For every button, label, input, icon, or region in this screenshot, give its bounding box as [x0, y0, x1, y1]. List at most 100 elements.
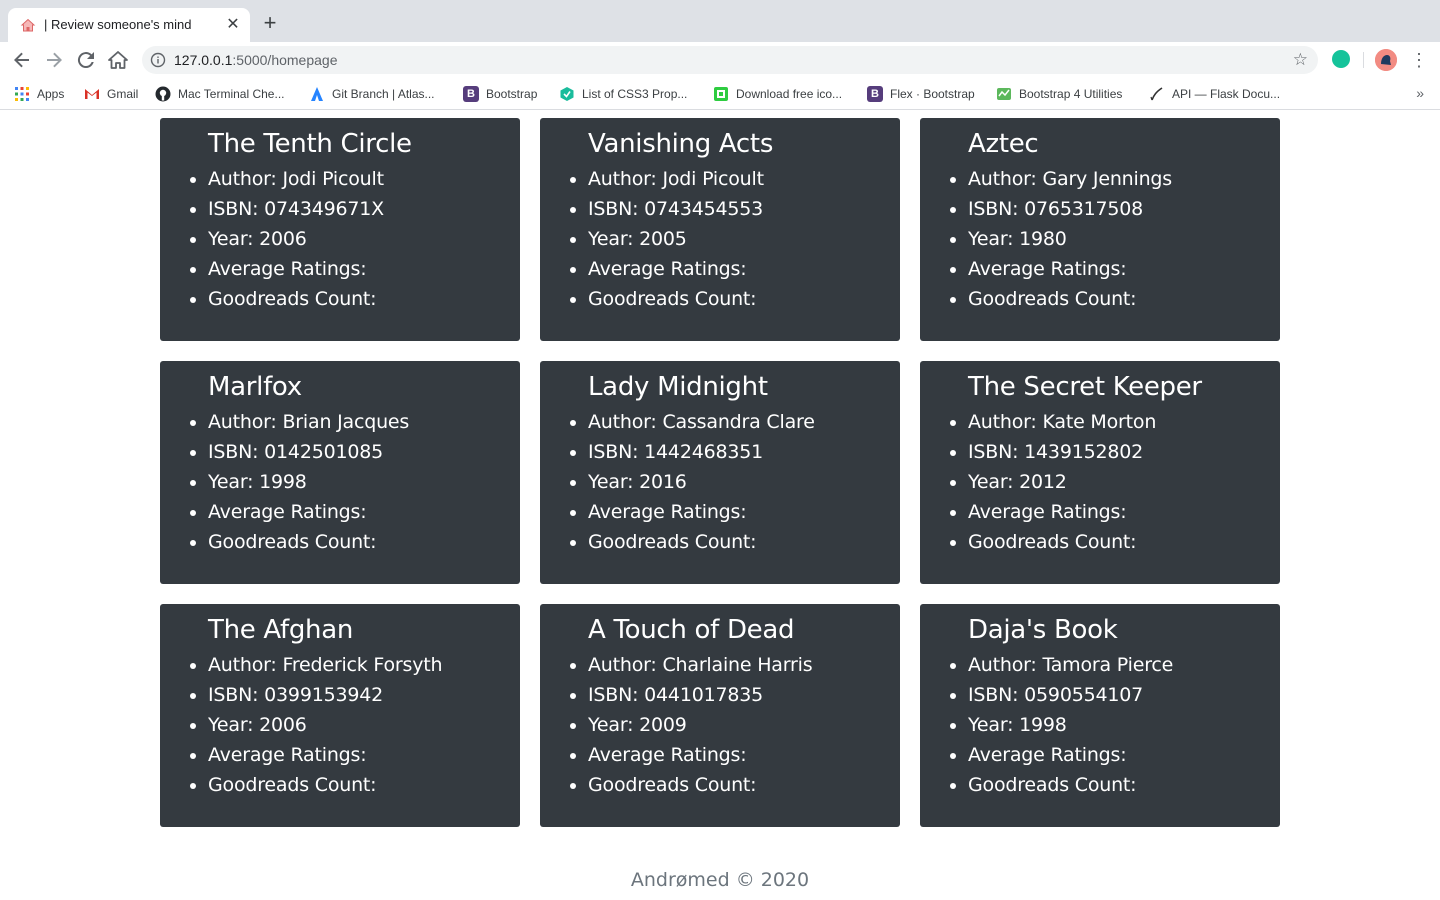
info-icon[interactable] [150, 52, 166, 68]
book-average-ratings: Average Ratings: [208, 497, 520, 527]
forward-icon[interactable] [42, 48, 66, 72]
css-list-icon [560, 87, 574, 101]
footer-copyright: Andrømed © 2020 [630, 869, 810, 891]
bookmark-mac-terminal[interactable]: Mac Terminal Che... [155, 84, 284, 104]
url-host: 127.0.0.1 [174, 52, 233, 68]
book-year: Year: 1980 [968, 224, 1280, 254]
book-details: Author: Frederick Forsyth ISBN: 03991539… [208, 650, 520, 800]
book-goodreads-count: Goodreads Count: [588, 527, 900, 557]
book-isbn: ISBN: 0441017835 [588, 680, 900, 710]
book-year: Year: 2006 [208, 710, 520, 740]
book-isbn: ISBN: 1442468351 [588, 437, 900, 467]
address-bar[interactable]: 127.0.0.1:5000/homepage ☆ [142, 46, 1318, 74]
bookmark-label: Gmail [107, 87, 139, 101]
book-average-ratings: Average Ratings: [208, 254, 520, 284]
book-title: A Touch of Dead [588, 615, 795, 645]
back-icon[interactable] [10, 48, 34, 72]
bookmark-label: Apps [37, 87, 65, 101]
book-isbn: ISBN: 0765317508 [968, 194, 1280, 224]
bookmark-label: Download free ico... [736, 87, 843, 101]
book-author: Author: Charlaine Harris [588, 650, 900, 680]
book-average-ratings: Average Ratings: [208, 740, 520, 770]
book-goodreads-count: Goodreads Count: [588, 284, 900, 314]
book-title: The Tenth Circle [208, 129, 412, 159]
book-author: Author: Tamora Pierce [968, 650, 1280, 680]
bookmark-css3-props[interactable]: List of CSS3 Prop... [559, 84, 687, 104]
bookmark-flask-api[interactable]: API — Flask Docu... [1149, 84, 1280, 104]
bookmark-label: List of CSS3 Prop... [582, 87, 688, 101]
book-goodreads-count: Goodreads Count: [208, 527, 520, 557]
bookmark-git-branch[interactable]: Git Branch | Atlas... [309, 84, 435, 104]
book-card[interactable]: A Touch of Dead Author: Charlaine Harris… [540, 604, 900, 827]
book-goodreads-count: Goodreads Count: [588, 770, 900, 800]
book-details: Author: Charlaine Harris ISBN: 044101783… [588, 650, 900, 800]
book-isbn: ISBN: 074349671X [208, 194, 520, 224]
book-title: The Secret Keeper [968, 372, 1202, 402]
book-isbn: ISBN: 1439152802 [968, 437, 1280, 467]
book-details: Author: Jodi Picoult ISBN: 0743454553 Ye… [588, 164, 900, 314]
browser-tab[interactable]: | Review someone's mind ✕ [8, 8, 250, 42]
book-title: The Afghan [208, 615, 354, 645]
home-icon[interactable] [106, 48, 130, 72]
book-grid: The Tenth Circle Author: Jodi Picoult IS… [160, 118, 1280, 827]
flask-icon [1150, 87, 1163, 101]
bookmark-label: Bootstrap 4 Utilities [1019, 87, 1123, 101]
book-card[interactable]: The Afghan Author: Frederick Forsyth ISB… [160, 604, 520, 827]
url-text[interactable]: 127.0.0.1:5000/homepage [174, 52, 337, 68]
icons-download-icon [714, 87, 728, 101]
browser-menu-icon[interactable]: ⋮ [1410, 48, 1428, 72]
new-tab-icon[interactable]: + [258, 12, 282, 36]
book-goodreads-count: Goodreads Count: [968, 527, 1280, 557]
more-bookmarks-icon[interactable]: » [1416, 85, 1424, 101]
book-card[interactable]: The Tenth Circle Author: Jodi Picoult IS… [160, 118, 520, 341]
tab-strip: | Review someone's mind ✕ + [0, 0, 1440, 42]
bookmark-bootstrap[interactable]: B Bootstrap [463, 84, 537, 104]
book-isbn: ISBN: 0590554107 [968, 680, 1280, 710]
book-title: Lady Midnight [588, 372, 768, 402]
book-year: Year: 2005 [588, 224, 900, 254]
book-year: Year: 2009 [588, 710, 900, 740]
browser-toolbar: 127.0.0.1:5000/homepage ☆ ⋮ [0, 42, 1440, 78]
close-tab-icon[interactable]: ✕ [224, 16, 242, 34]
bookmark-download-icons[interactable]: Download free ico... [713, 84, 842, 104]
bootstrap-icon: B [463, 86, 479, 102]
book-card[interactable]: The Secret Keeper Author: Kate Morton IS… [920, 361, 1280, 584]
book-card[interactable]: Marlfox Author: Brian Jacques ISBN: 0142… [160, 361, 520, 584]
bookmark-apps[interactable]: Apps [14, 84, 64, 104]
book-title: Daja's Book [968, 615, 1118, 645]
book-card[interactable]: Aztec Author: Gary Jennings ISBN: 076531… [920, 118, 1280, 341]
book-average-ratings: Average Ratings: [968, 254, 1280, 284]
toolbar-divider [1363, 52, 1364, 68]
book-author: Author: Jodi Picoult [208, 164, 520, 194]
book-year: Year: 2012 [968, 467, 1280, 497]
bookmark-flex-bootstrap[interactable]: B Flex · Bootstrap [867, 84, 975, 104]
book-average-ratings: Average Ratings: [588, 497, 900, 527]
house-favicon-icon [20, 18, 36, 32]
url-path: :5000/homepage [232, 52, 338, 68]
book-average-ratings: Average Ratings: [588, 254, 900, 284]
book-details: Author: Gary Jennings ISBN: 0765317508 Y… [968, 164, 1280, 314]
tab-title: | Review someone's mind [44, 17, 192, 32]
apps-grid-icon [15, 87, 29, 101]
book-card[interactable]: Lady Midnight Author: Cassandra Clare IS… [540, 361, 900, 584]
book-card[interactable]: Vanishing Acts Author: Jodi Picoult ISBN… [540, 118, 900, 341]
grammarly-extension-icon[interactable] [1332, 50, 1350, 68]
book-year: Year: 1998 [968, 710, 1280, 740]
bookmark-label: Git Branch | Atlas... [332, 87, 435, 101]
reload-icon[interactable] [74, 48, 98, 72]
book-year: Year: 2006 [208, 224, 520, 254]
book-goodreads-count: Goodreads Count: [208, 770, 520, 800]
bookmark-bootstrap-utilities[interactable]: Bootstrap 4 Utilities [996, 84, 1122, 104]
page-content: The Tenth Circle Author: Jodi Picoult IS… [0, 111, 1440, 900]
github-icon [155, 86, 171, 102]
book-goodreads-count: Goodreads Count: [968, 284, 1280, 314]
book-isbn: ISBN: 0142501085 [208, 437, 520, 467]
bookmark-gmail[interactable]: Gmail [84, 84, 138, 104]
book-card[interactable]: Daja's Book Author: Tamora Pierce ISBN: … [920, 604, 1280, 827]
book-details: Author: Brian Jacques ISBN: 0142501085 Y… [208, 407, 520, 557]
book-details: Author: Tamora Pierce ISBN: 0590554107 Y… [968, 650, 1280, 800]
profile-avatar[interactable] [1375, 49, 1397, 71]
bookmark-star-icon[interactable]: ☆ [1293, 50, 1308, 70]
book-goodreads-count: Goodreads Count: [208, 284, 520, 314]
book-average-ratings: Average Ratings: [968, 740, 1280, 770]
